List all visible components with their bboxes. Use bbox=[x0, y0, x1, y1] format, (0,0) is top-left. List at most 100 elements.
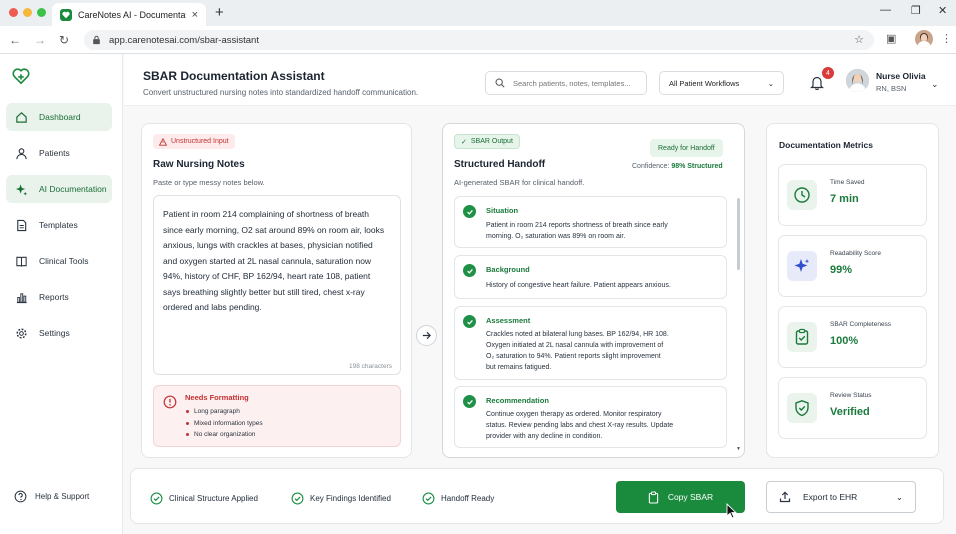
minimize-icon[interactable]: — bbox=[880, 4, 891, 16]
metric-time-saved: Time Saved 7 min bbox=[778, 164, 927, 226]
app-container: Dashboard Patients AI Documentation Temp… bbox=[0, 54, 956, 534]
metric-sbar-completeness: SBAR Completeness 100% bbox=[778, 306, 927, 368]
sbar-section-line: but remains fatigued. bbox=[486, 364, 552, 371]
sbar-background: Background History of congestive heart f… bbox=[454, 255, 727, 299]
export-label: Export to EHR bbox=[803, 492, 858, 502]
sbar-assessment: Assessment Crackles noted at bilateral l… bbox=[454, 306, 727, 380]
structured-handoff-card: ✓ SBAR Output Ready for Handoff Structur… bbox=[442, 123, 745, 458]
warning-item: No clear organization bbox=[186, 429, 263, 441]
sbar-output-badge: ✓ SBAR Output bbox=[454, 134, 520, 149]
page-header: SBAR Documentation Assistant Convert uns… bbox=[124, 54, 956, 106]
sidebar-item-label: Clinical Tools bbox=[39, 256, 89, 266]
metric-value: 100% bbox=[830, 335, 859, 347]
close-window-dot[interactable] bbox=[9, 8, 18, 17]
sidebar-item-clinical-tools[interactable]: Clinical Tools bbox=[6, 247, 112, 275]
check-circle-icon bbox=[291, 492, 304, 505]
restore-icon[interactable]: ❐ bbox=[911, 4, 921, 17]
check-clinical-structure: Clinical Structure Applied bbox=[150, 492, 258, 505]
sidebar-item-patients[interactable]: Patients bbox=[6, 139, 112, 167]
sidebar-item-label: Settings bbox=[39, 328, 70, 338]
metric-value: 99% bbox=[830, 264, 853, 276]
sbar-section-title: Assessment bbox=[486, 316, 531, 325]
url-bar[interactable]: app.carenotesai.com/sbar-assistant ☆ bbox=[84, 30, 874, 50]
help-icon bbox=[14, 490, 27, 503]
close-icon[interactable]: ✕ bbox=[938, 4, 947, 17]
clipboard-check-icon bbox=[787, 322, 817, 352]
check-circle-icon bbox=[422, 492, 435, 505]
metrics-title: Documentation Metrics bbox=[779, 140, 873, 150]
sidebar-item-templates[interactable]: Templates bbox=[6, 211, 112, 239]
warning-item: Mixed information types bbox=[186, 418, 263, 430]
user-name: Nurse Olivia bbox=[876, 71, 926, 81]
output-scrollbar[interactable] bbox=[737, 198, 740, 270]
ready-status-label: Ready for Handoff bbox=[658, 144, 715, 152]
raw-notes-textarea[interactable]: Patient in room 214 complaining of short… bbox=[153, 195, 401, 375]
ready-status-badge: Ready for Handoff bbox=[650, 139, 723, 157]
address-bar-row: ← → ↻ app.carenotesai.com/sbar-assistant… bbox=[0, 26, 956, 54]
metric-label: Review Status bbox=[830, 392, 872, 399]
side-panel-icon[interactable]: ▣ bbox=[886, 32, 896, 45]
search-icon bbox=[495, 78, 505, 88]
metric-value: 7 min bbox=[830, 193, 859, 205]
browser-tab[interactable]: CareNotes AI - Documentation × bbox=[52, 3, 206, 26]
metric-label: Time Saved bbox=[830, 179, 865, 186]
export-to-ehr-button[interactable]: Export to EHR ⌄ bbox=[766, 481, 916, 513]
chevron-down-icon: ⌄ bbox=[895, 491, 903, 502]
sidebar-item-label: Templates bbox=[39, 220, 78, 230]
maximize-window-dot[interactable] bbox=[37, 8, 46, 17]
browser-chrome: CareNotes AI - Documentation × + — ❐ ✕ ←… bbox=[0, 0, 956, 54]
badge-label: SBAR Output bbox=[470, 138, 513, 145]
convert-arrow-button[interactable] bbox=[416, 325, 437, 346]
search-box[interactable] bbox=[485, 71, 647, 95]
check-handoff-ready: Handoff Ready bbox=[422, 492, 494, 505]
metric-value: Verified bbox=[830, 406, 870, 418]
help-support-link[interactable]: Help & Support bbox=[14, 490, 89, 503]
user-avatar[interactable] bbox=[846, 69, 869, 92]
sbar-section-line: Crackles noted at bilateral lung bases. … bbox=[486, 331, 669, 338]
workflow-select[interactable]: All Patient Workflows ⌄ bbox=[659, 71, 784, 95]
sidebar-item-settings[interactable]: Settings bbox=[6, 319, 112, 347]
search-input[interactable] bbox=[513, 78, 633, 88]
sidebar-item-label: Patients bbox=[39, 148, 70, 158]
check-label: Clinical Structure Applied bbox=[169, 494, 258, 503]
minimize-window-dot[interactable] bbox=[23, 8, 32, 17]
metric-label: SBAR Completeness bbox=[830, 321, 892, 328]
sbar-section-title: Situation bbox=[486, 206, 519, 215]
copy-sbar-label: Copy SBAR bbox=[667, 492, 714, 502]
scroll-down-arrow-icon[interactable]: ▼ bbox=[736, 446, 741, 452]
confidence: Confidence: 98% Structured bbox=[632, 163, 723, 170]
url-text: app.carenotesai.com/sbar-assistant bbox=[109, 34, 259, 46]
sidebar-item-label: Dashboard bbox=[39, 112, 81, 122]
new-tab-icon[interactable]: + bbox=[215, 4, 224, 21]
check-label: Key Findings Identified bbox=[310, 494, 391, 503]
browser-profile-avatar[interactable] bbox=[915, 30, 933, 48]
warning-triangle-icon bbox=[159, 137, 167, 146]
raw-notes-text: Patient in room 214 complaining of short… bbox=[163, 209, 385, 312]
user-menu-chevron-icon[interactable]: ⌄ bbox=[931, 79, 939, 90]
metric-review-status: Review Status Verified bbox=[778, 377, 927, 439]
close-tab-icon[interactable]: × bbox=[192, 9, 198, 21]
sbar-section-line: provider with any decline in condition. bbox=[486, 433, 603, 440]
metric-label: Readability Score bbox=[830, 250, 881, 257]
sidebar-item-dashboard[interactable]: Dashboard bbox=[6, 103, 112, 131]
bookmark-star-icon[interactable]: ☆ bbox=[854, 33, 864, 46]
check-circle-icon bbox=[463, 315, 476, 328]
back-icon[interactable]: ← bbox=[9, 33, 21, 47]
bell-icon[interactable] bbox=[810, 75, 824, 90]
user-icon bbox=[16, 147, 27, 159]
sidebar-item-reports[interactable]: Reports bbox=[6, 283, 112, 311]
sidebar-item-label: Reports bbox=[39, 292, 69, 302]
tab-bar: CareNotes AI - Documentation × + — ❐ ✕ bbox=[0, 0, 956, 26]
forward-icon[interactable]: → bbox=[34, 33, 46, 47]
browser-menu-icon[interactable]: ⋮ bbox=[941, 32, 952, 45]
sbar-section-line: status. Review pending labs and chest X-… bbox=[486, 422, 674, 429]
shield-check-icon bbox=[787, 393, 817, 423]
reload-icon[interactable]: ↻ bbox=[59, 33, 69, 47]
sidebar-item-ai-documentation[interactable]: AI Documentation bbox=[6, 175, 112, 203]
unstructured-input-badge: Unstructured Input bbox=[153, 134, 235, 149]
character-count: 198 characters bbox=[349, 363, 392, 370]
page-subtitle: Convert unstructured nursing notes into … bbox=[143, 88, 419, 97]
metric-readability: Readability Score 99% bbox=[778, 235, 927, 297]
clock-icon bbox=[787, 180, 817, 210]
sbar-section-line: Oxygen initiated at 2L nasal cannula wit… bbox=[486, 342, 664, 349]
